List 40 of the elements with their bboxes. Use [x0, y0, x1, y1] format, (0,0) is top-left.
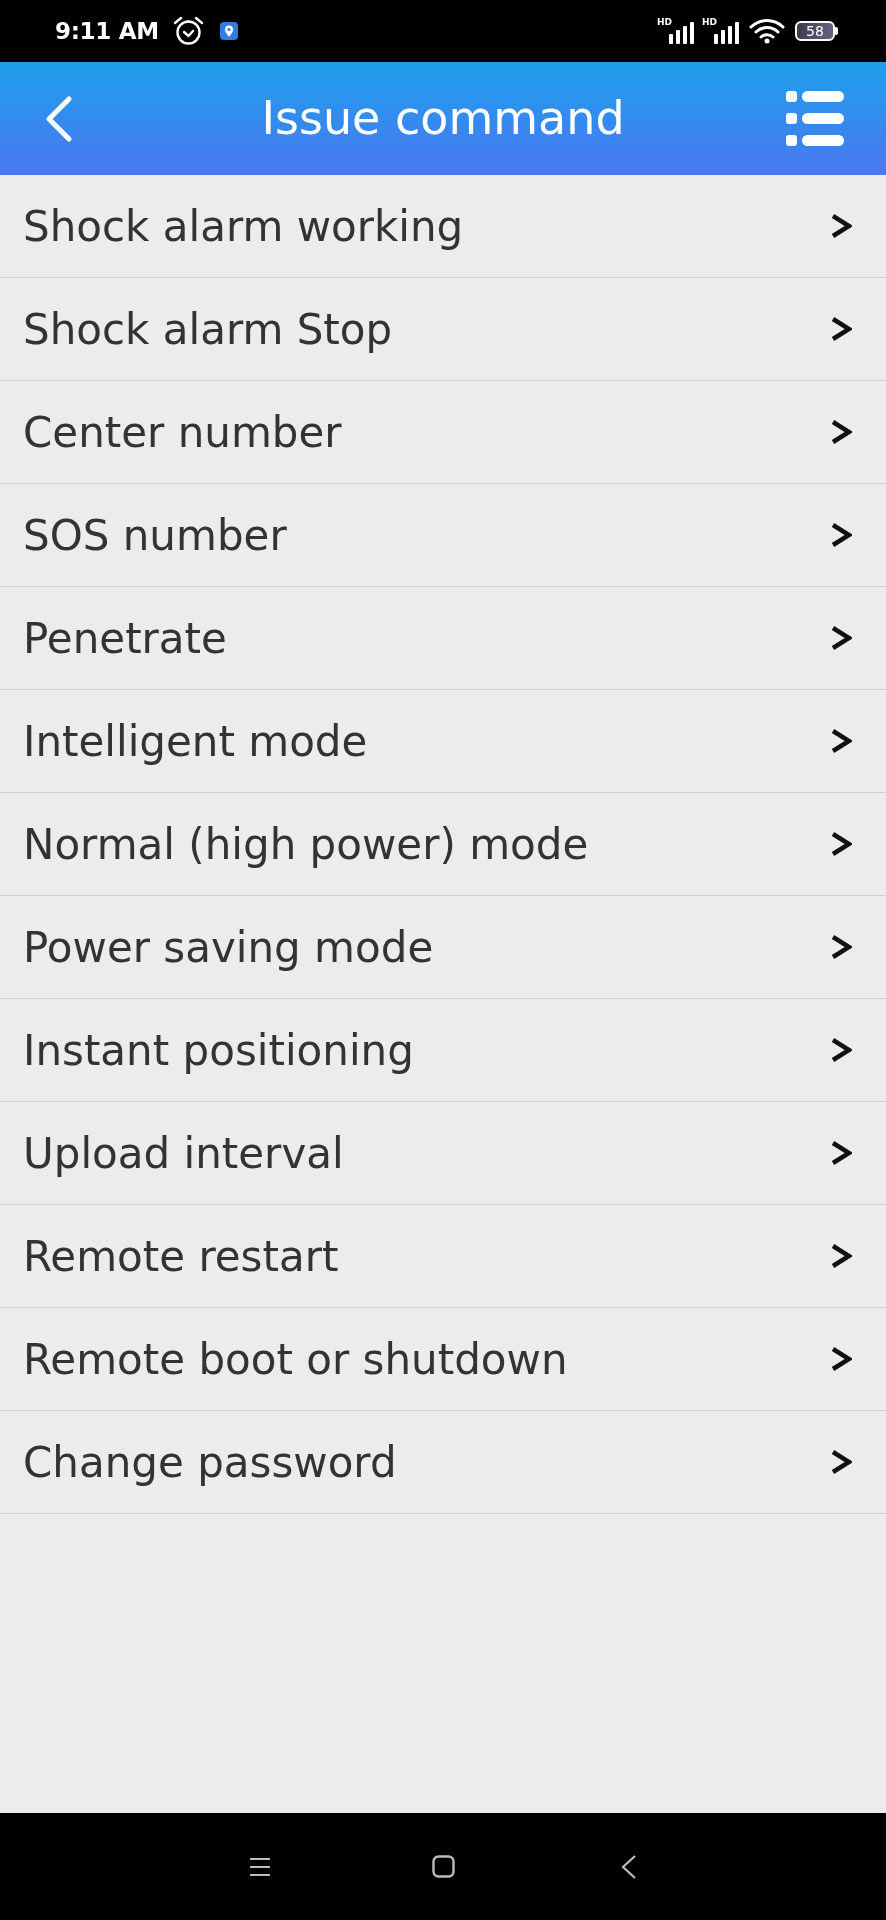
home-icon[interactable] — [432, 1855, 455, 1878]
chevron-right-icon — [830, 1140, 852, 1166]
alarm-clock-icon — [172, 16, 204, 46]
command-item[interactable]: Intelligent mode — [0, 690, 886, 793]
chevron-right-icon — [830, 522, 852, 548]
chevron-right-icon — [830, 213, 852, 239]
chevron-right-icon — [830, 1346, 852, 1372]
page-title: Issue command — [261, 90, 625, 147]
command-item[interactable]: Upload interval — [0, 1102, 886, 1205]
command-item[interactable]: Remote boot or shutdown — [0, 1308, 886, 1411]
command-item[interactable]: Penetrate — [0, 587, 886, 690]
chevron-right-icon — [830, 728, 852, 754]
chevron-right-icon — [830, 1037, 852, 1063]
command-item[interactable]: SOS number — [0, 484, 886, 587]
wifi-icon — [749, 18, 785, 44]
chevron-right-icon — [830, 1243, 852, 1269]
chevron-right-icon — [830, 625, 852, 651]
list-menu-icon — [786, 89, 844, 148]
command-item[interactable]: Shock alarm Stop — [0, 278, 886, 381]
chevron-right-icon — [830, 316, 852, 342]
command-item[interactable]: Power saving mode — [0, 896, 886, 999]
command-item[interactable]: Center number — [0, 381, 886, 484]
menu-button[interactable] — [786, 89, 844, 148]
chevron-right-icon — [830, 419, 852, 445]
back-icon[interactable] — [621, 1854, 637, 1879]
command-item[interactable]: Change password — [0, 1411, 886, 1514]
command-item[interactable]: Normal (high power) mode — [0, 793, 886, 896]
chevron-right-icon — [830, 934, 852, 960]
location-pin-icon — [219, 22, 238, 40]
hd-label: HD — [702, 18, 717, 27]
battery-indicator: 58 — [795, 21, 838, 41]
command-item[interactable]: Remote restart — [0, 1205, 886, 1308]
back-icon — [44, 94, 74, 143]
chevron-right-icon — [830, 1449, 852, 1475]
command-item[interactable]: Shock alarm working — [0, 175, 886, 278]
chevron-right-icon — [830, 831, 852, 857]
hd-label: HD — [656, 18, 672, 27]
status-time: 9:11 AM — [55, 18, 159, 44]
menu-icon[interactable] — [249, 1856, 271, 1877]
command-item[interactable]: Instant positioning — [0, 999, 886, 1102]
